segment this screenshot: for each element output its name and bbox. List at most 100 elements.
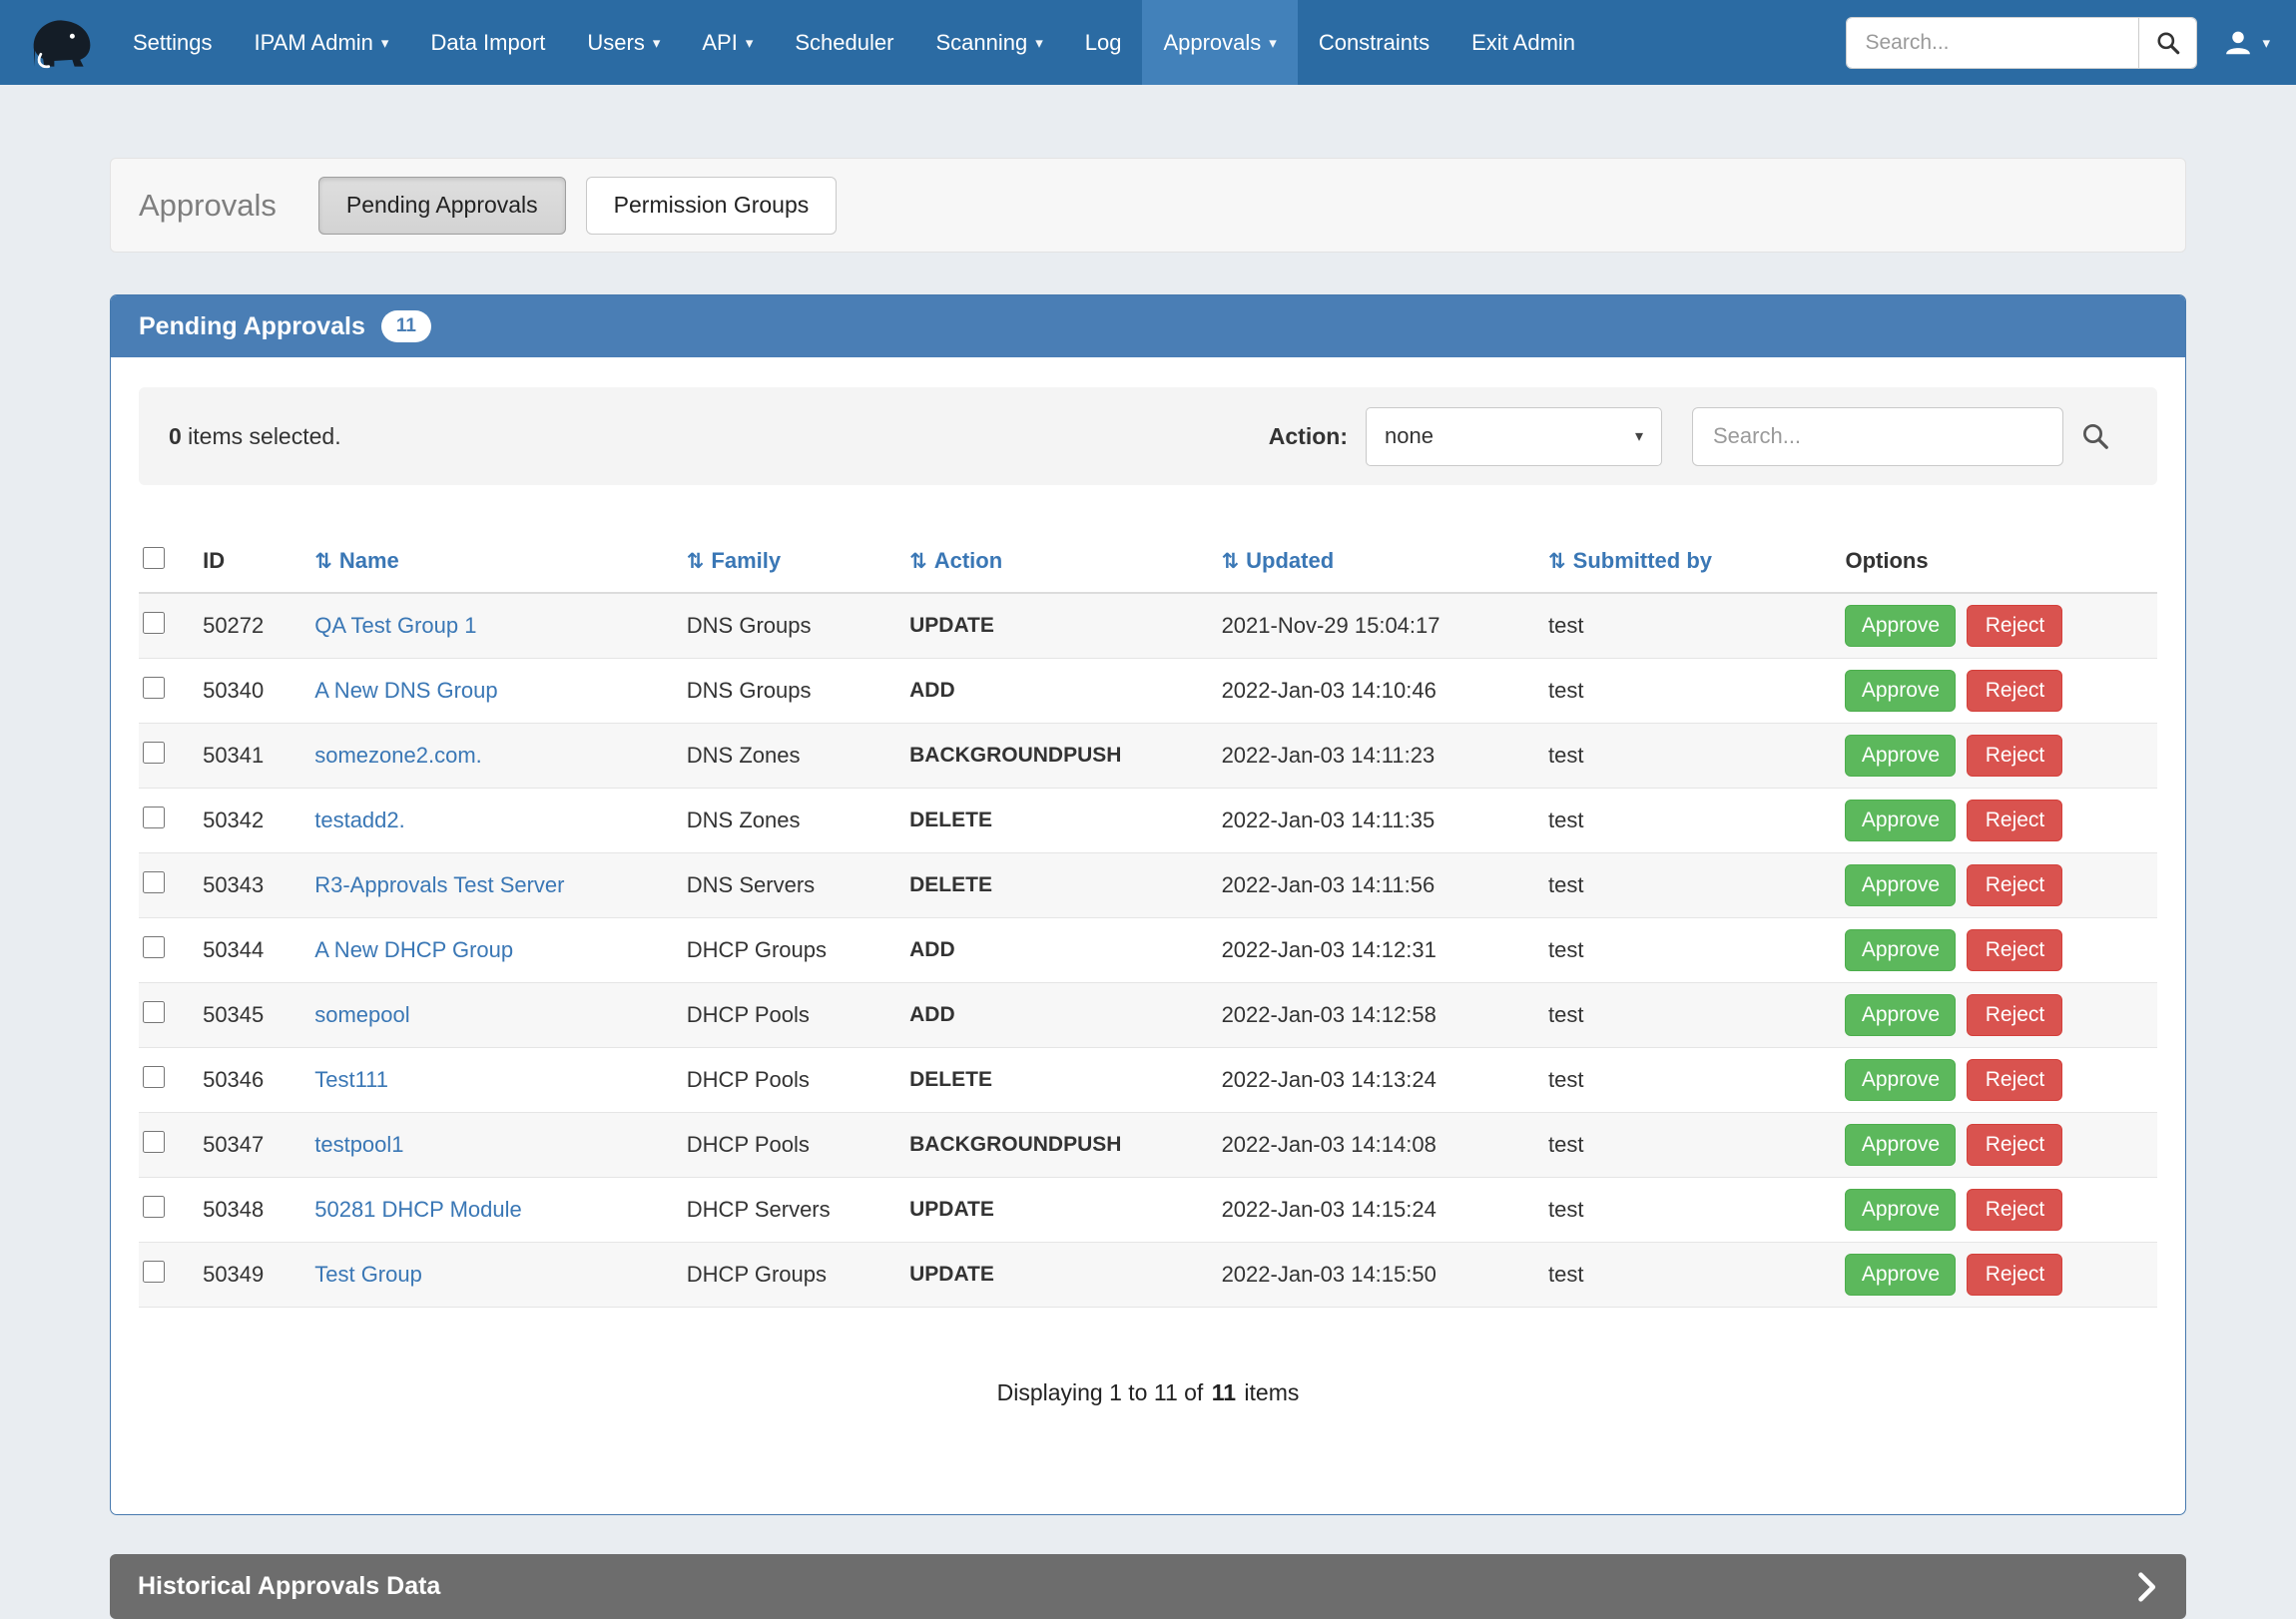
row-checkbox[interactable] (143, 742, 165, 764)
row-updated: 2022-Jan-03 14:15:50 (1212, 1243, 1538, 1308)
search-icon (2080, 421, 2110, 451)
column-header-name[interactable]: ⇅Name (304, 530, 677, 593)
reject-button[interactable]: Reject (1967, 864, 2062, 906)
row-action-type: UPDATE (899, 593, 1211, 659)
nav-item-api[interactable]: API▾ (681, 0, 774, 85)
row-name-link[interactable]: testadd2. (314, 808, 405, 832)
row-checkbox[interactable] (143, 612, 165, 634)
table-row: 50346 Test111 DHCP Pools DELETE 2022-Jan… (139, 1048, 2157, 1113)
reject-button[interactable]: Reject (1967, 605, 2062, 647)
column-header-updated[interactable]: ⇅Updated (1212, 530, 1538, 593)
row-action-type: BACKGROUNDPUSH (899, 1113, 1211, 1178)
table-search-button[interactable] (2063, 407, 2127, 466)
approve-button[interactable]: Approve (1845, 864, 1956, 906)
row-family: DHCP Groups (677, 1243, 899, 1308)
table-pagination-summary: Displaying 1 to 11 of 11 items (139, 1379, 2157, 1514)
reject-button[interactable]: Reject (1967, 1124, 2062, 1166)
approve-button[interactable]: Approve (1845, 1189, 1956, 1231)
reject-button[interactable]: Reject (1967, 1254, 2062, 1296)
row-name-link[interactable]: somepool (314, 1002, 409, 1027)
approve-button[interactable]: Approve (1845, 929, 1956, 971)
row-name-link[interactable]: 50281 DHCP Module (314, 1197, 522, 1222)
row-family: DNS Groups (677, 593, 899, 659)
column-header-family[interactable]: ⇅Family (677, 530, 899, 593)
row-name-link[interactable]: A New DHCP Group (314, 937, 513, 962)
row-family: DNS Servers (677, 853, 899, 918)
nav-item-settings[interactable]: Settings (112, 0, 234, 85)
row-name-link[interactable]: Test111 (314, 1067, 388, 1092)
reject-button[interactable]: Reject (1967, 929, 2062, 971)
row-name-link[interactable]: testpool1 (314, 1132, 403, 1157)
reject-button[interactable]: Reject (1967, 1189, 2062, 1231)
nav-item-exit-admin[interactable]: Exit Admin (1450, 0, 1596, 85)
table-header-row: ID ⇅Name ⇅Family ⇅Action ⇅Updated ⇅Submi… (139, 530, 2157, 593)
row-checkbox[interactable] (143, 677, 165, 699)
row-family: DHCP Servers (677, 1178, 899, 1243)
reject-button[interactable]: Reject (1967, 994, 2062, 1036)
approvals-table-body: 50272 QA Test Group 1 DNS Groups UPDATE … (139, 593, 2157, 1308)
row-checkbox[interactable] (143, 871, 165, 893)
row-checkbox[interactable] (143, 807, 165, 828)
tab-pending-approvals[interactable]: Pending Approvals (318, 177, 566, 235)
reject-button[interactable]: Reject (1967, 800, 2062, 841)
row-checkbox[interactable] (143, 936, 165, 958)
column-header-action[interactable]: ⇅Action (899, 530, 1211, 593)
approve-button[interactable]: Approve (1845, 735, 1956, 777)
row-action-type: DELETE (899, 789, 1211, 853)
table-row: 50342 testadd2. DNS Zones DELETE 2022-Ja… (139, 789, 2157, 853)
row-id: 50340 (193, 659, 304, 724)
approvals-header-bar: Approvals Pending Approvals Permission G… (110, 158, 2186, 253)
pending-approvals-table: ID ⇅Name ⇅Family ⇅Action ⇅Updated ⇅Submi… (139, 530, 2157, 1308)
column-header-options: Options (1835, 530, 2157, 593)
top-navbar: Settings IPAM Admin▾ Data Import Users▾ … (0, 0, 2296, 85)
approve-button[interactable]: Approve (1845, 994, 1956, 1036)
reject-button[interactable]: Reject (1967, 1059, 2062, 1101)
nav-menu: Settings IPAM Admin▾ Data Import Users▾ … (112, 0, 1596, 85)
nav-item-constraints[interactable]: Constraints (1298, 0, 1450, 85)
row-checkbox[interactable] (143, 1261, 165, 1283)
row-checkbox[interactable] (143, 1001, 165, 1023)
approve-button[interactable]: Approve (1845, 670, 1956, 712)
row-name-link[interactable]: R3-Approvals Test Server (314, 872, 564, 897)
caret-down-icon: ▾ (1035, 34, 1043, 52)
reject-button[interactable]: Reject (1967, 735, 2062, 777)
approve-button[interactable]: Approve (1845, 1254, 1956, 1296)
row-id: 50272 (193, 593, 304, 659)
row-family: DHCP Pools (677, 1048, 899, 1113)
row-updated: 2022-Jan-03 14:11:56 (1212, 853, 1538, 918)
nav-item-scheduler[interactable]: Scheduler (774, 0, 914, 85)
nav-item-log[interactable]: Log (1064, 0, 1143, 85)
row-checkbox[interactable] (143, 1131, 165, 1153)
approve-button[interactable]: Approve (1845, 1124, 1956, 1166)
row-checkbox[interactable] (143, 1066, 165, 1088)
tab-permission-groups[interactable]: Permission Groups (586, 177, 838, 235)
select-all-checkbox[interactable] (143, 547, 165, 569)
approve-button[interactable]: Approve (1845, 1059, 1956, 1101)
phpipam-logo[interactable] (18, 0, 102, 85)
row-name-link[interactable]: QA Test Group 1 (314, 613, 476, 638)
approve-button[interactable]: Approve (1845, 605, 1956, 647)
action-select[interactable]: none ▾ (1366, 407, 1662, 466)
nav-item-scanning[interactable]: Scanning▾ (914, 0, 1063, 85)
row-name-link[interactable]: Test Group (314, 1262, 422, 1287)
nav-item-users[interactable]: Users▾ (566, 0, 681, 85)
row-checkbox[interactable] (143, 1196, 165, 1218)
table-row: 50343 R3-Approvals Test Server DNS Serve… (139, 853, 2157, 918)
navbar-search-button[interactable] (2138, 18, 2196, 68)
nav-item-ipam-admin[interactable]: IPAM Admin▾ (234, 0, 410, 85)
navbar-search-input[interactable] (1847, 18, 2138, 68)
caret-down-icon: ▾ (1635, 426, 1643, 446)
column-header-submitted-by[interactable]: ⇅Submitted by (1538, 530, 1835, 593)
user-menu[interactable]: ▾ (2223, 28, 2270, 58)
row-action-type: ADD (899, 918, 1211, 983)
row-name-link[interactable]: somezone2.com. (314, 743, 482, 768)
row-name-link[interactable]: A New DNS Group (314, 678, 497, 703)
historical-approvals-bar[interactable]: Historical Approvals Data (110, 1554, 2186, 1619)
caret-down-icon: ▾ (746, 34, 754, 52)
approve-button[interactable]: Approve (1845, 800, 1956, 841)
row-updated: 2022-Jan-03 14:13:24 (1212, 1048, 1538, 1113)
table-search-input[interactable] (1692, 407, 2063, 466)
nav-item-data-import[interactable]: Data Import (409, 0, 566, 85)
reject-button[interactable]: Reject (1967, 670, 2062, 712)
nav-item-approvals[interactable]: Approvals▾ (1142, 0, 1297, 85)
